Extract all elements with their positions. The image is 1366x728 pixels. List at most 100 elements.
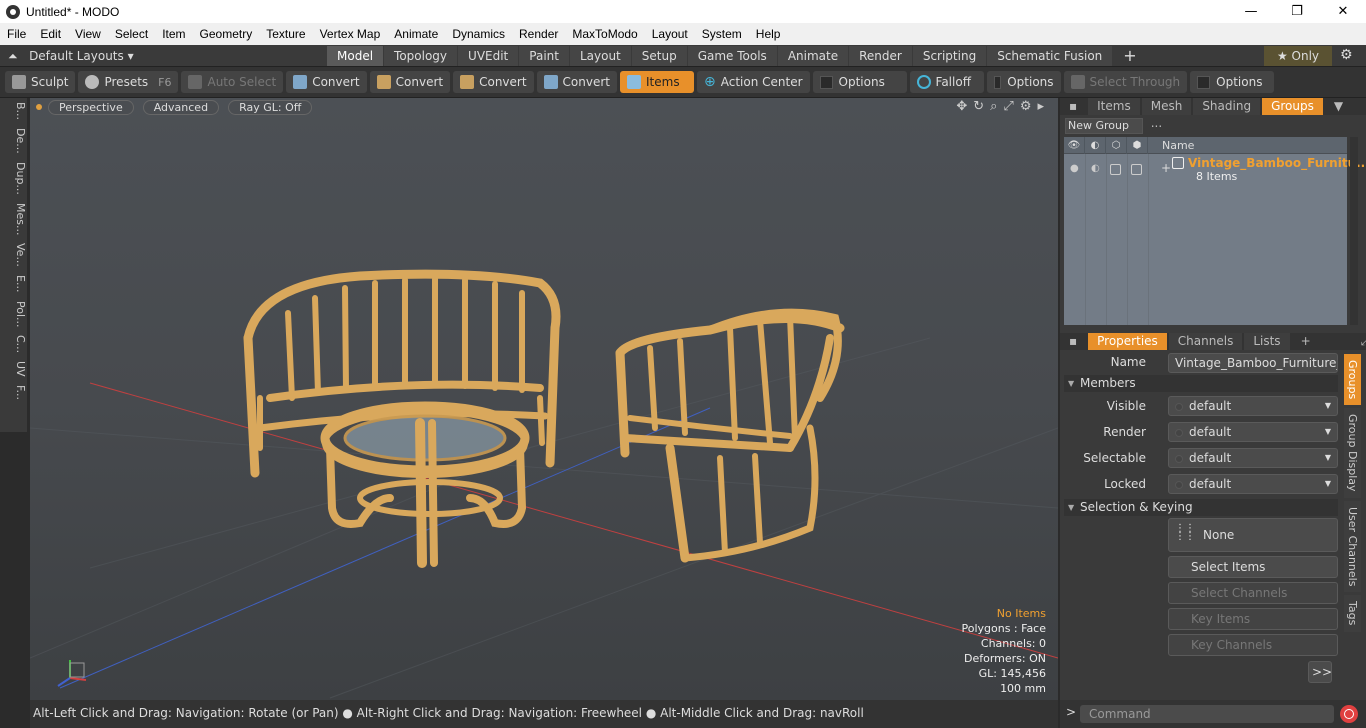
selectable-cube-icon[interactable]: ⬡ (1106, 136, 1127, 154)
tab-items[interactable]: Items (1088, 98, 1140, 115)
row-eye-icon[interactable]: ● (1070, 163, 1079, 174)
expand-arrow-icon[interactable]: ▸ (1037, 99, 1044, 114)
command-input[interactable]: Command (1080, 705, 1334, 723)
side-tab-user-channels[interactable]: User Channels (1344, 500, 1361, 593)
convert-button-2[interactable]: Convert (369, 71, 451, 93)
left-tab-mesh-edit[interactable]: Mes... (0, 199, 27, 239)
side-tab-group-display[interactable]: Group Display (1344, 408, 1361, 498)
tab-render[interactable]: Render (849, 46, 912, 66)
falloff-button[interactable]: Falloff (909, 71, 984, 93)
rotate-icon[interactable]: ↻ (973, 99, 984, 114)
visibility-eye-icon[interactable]: 👁 (1064, 136, 1085, 154)
visible-dropdown[interactable]: default (1168, 396, 1338, 416)
layouts-collapse-icon[interactable]: ⏶ (8, 49, 18, 63)
left-tab-vertex[interactable]: Ve... (0, 239, 27, 271)
groups-list[interactable]: 👁 ◐ ⬡ ⬢ Name ● ◐ + Vintage_Bamboo_Furnit… (1064, 136, 1366, 325)
render-icon[interactable]: ◐ (1085, 136, 1106, 154)
props-maximize-icon[interactable]: ⤢ (1352, 333, 1366, 350)
options-checkbox[interactable] (1197, 75, 1211, 89)
close-button[interactable]: ✕ (1320, 0, 1366, 23)
tab-schematic-fusion[interactable]: Schematic Fusion (987, 46, 1113, 66)
tab-lists[interactable]: Lists (1244, 333, 1290, 350)
select-items-button[interactable]: Select Items (1168, 556, 1338, 578)
tab-mesh[interactable]: Mesh ... (1141, 98, 1192, 130)
key-items-button[interactable]: Key Items (1168, 608, 1338, 630)
menu-item[interactable]: Item (155, 23, 192, 45)
tab-setup[interactable]: Setup (631, 46, 687, 66)
menu-animate[interactable]: Animate (387, 23, 445, 45)
side-tab-groups[interactable]: Groups (1344, 354, 1361, 406)
expand-plus-icon[interactable]: + (1161, 161, 1171, 175)
zoom-icon[interactable]: ⌕ (990, 99, 997, 114)
falloff-options-button[interactable]: Options (986, 71, 1061, 93)
tab-channels[interactable]: Channels (1168, 333, 1243, 350)
lock-cube-icon[interactable]: ⬢ (1127, 136, 1148, 154)
selection-keying-section[interactable]: Selection & Keying (1064, 499, 1338, 516)
add-tab-icon[interactable]: + (1292, 333, 1320, 350)
menu-view[interactable]: View (68, 23, 108, 45)
options-checkbox[interactable] (993, 75, 1002, 89)
row-render-icon[interactable]: ◐ (1091, 163, 1100, 174)
menu-select[interactable]: Select (108, 23, 155, 45)
more-button[interactable]: >> (1308, 661, 1332, 683)
tab-uvedit[interactable]: UVEdit (458, 46, 519, 66)
left-tab-uv[interactable]: UV (0, 357, 27, 381)
tab-shading[interactable]: Shading (1193, 98, 1261, 115)
viewport-gear-icon[interactable]: ⚙ (1020, 99, 1032, 114)
convert-button-1[interactable]: Convert (286, 71, 367, 93)
maximize-button[interactable]: ❐ (1274, 0, 1320, 23)
menu-geometry[interactable]: Geometry (193, 23, 260, 45)
menu-layout[interactable]: Layout (645, 23, 695, 45)
row-selectable-checkbox[interactable] (1110, 164, 1121, 175)
3d-viewport[interactable]: Perspective Advanced Ray GL: Off ✥ ↻ ⌕ ⤢… (30, 98, 1058, 700)
render-dropdown[interactable]: default (1168, 422, 1338, 442)
advanced-button[interactable]: Advanced (142, 99, 220, 115)
menu-system[interactable]: System (695, 23, 749, 45)
convert-button-3[interactable]: Convert (453, 71, 534, 93)
add-tab-icon[interactable]: + (1113, 46, 1146, 66)
tab-topology[interactable]: Topology (384, 46, 458, 66)
groups-scrollbar[interactable] (1350, 137, 1358, 325)
menu-file[interactable]: File (0, 23, 33, 45)
menu-render[interactable]: Render (512, 23, 565, 45)
menu-dynamics[interactable]: Dynamics (445, 23, 512, 45)
name-column-header[interactable]: Name (1148, 139, 1194, 152)
options-checkbox[interactable] (819, 75, 833, 89)
tab-properties[interactable]: Properties (1088, 333, 1167, 350)
tab-animate[interactable]: Animate (777, 46, 849, 66)
left-tab-edge[interactable]: E... (0, 271, 27, 296)
only-toggle[interactable]: ★ Only (1264, 46, 1332, 66)
minimize-button[interactable]: — (1228, 0, 1274, 23)
sculpt-button[interactable]: Sculpt (5, 71, 76, 93)
left-tab-deform[interactable]: De... (0, 124, 27, 158)
tab-groups[interactable]: Groups (1262, 98, 1323, 115)
row-lock-checkbox[interactable] (1131, 164, 1142, 175)
tab-paint[interactable]: Paint (519, 46, 569, 66)
group-row[interactable]: ● ◐ + Vintage_Bamboo_Furnitu... 8 Items (1064, 155, 1366, 185)
menu-help[interactable]: Help (749, 23, 788, 45)
members-section[interactable]: Members (1064, 375, 1338, 392)
action-center-button[interactable]: ⊕ Action Center (697, 71, 810, 93)
left-tab-fusion[interactable]: F... (0, 381, 27, 404)
tab-scripting[interactable]: Scripting (912, 46, 987, 66)
left-tab-curve[interactable]: C... (0, 331, 27, 357)
menu-maxtomodo[interactable]: MaxToModo (565, 23, 644, 45)
left-tab-polygon[interactable]: Pol... (0, 297, 27, 332)
select-channels-button[interactable]: Select Channels (1168, 582, 1338, 604)
viewport-menu-dot[interactable] (36, 104, 42, 110)
locked-dropdown[interactable]: default (1168, 474, 1338, 494)
perspective-button[interactable]: Perspective (48, 99, 134, 115)
pan-icon[interactable]: ✥ (956, 99, 967, 114)
command-history-arrow[interactable]: > (1066, 705, 1076, 719)
presets-button[interactable]: Presets F6 (78, 71, 179, 93)
menu-edit[interactable]: Edit (33, 23, 68, 45)
tab-layout[interactable]: Layout (569, 46, 631, 66)
selectable-dropdown[interactable]: default (1168, 448, 1338, 468)
raygl-button[interactable]: Ray GL: Off (228, 99, 313, 115)
key-channels-button[interactable]: Key Channels (1168, 634, 1338, 656)
items-mode-button[interactable]: Items (620, 71, 694, 93)
new-group-button[interactable]: New Group (1065, 118, 1143, 134)
none-button[interactable]: ⋮⋮ ⋮⋮ None (1168, 518, 1338, 552)
left-tab-basic[interactable]: B... (0, 98, 27, 124)
menu-texture[interactable]: Texture (259, 23, 312, 45)
